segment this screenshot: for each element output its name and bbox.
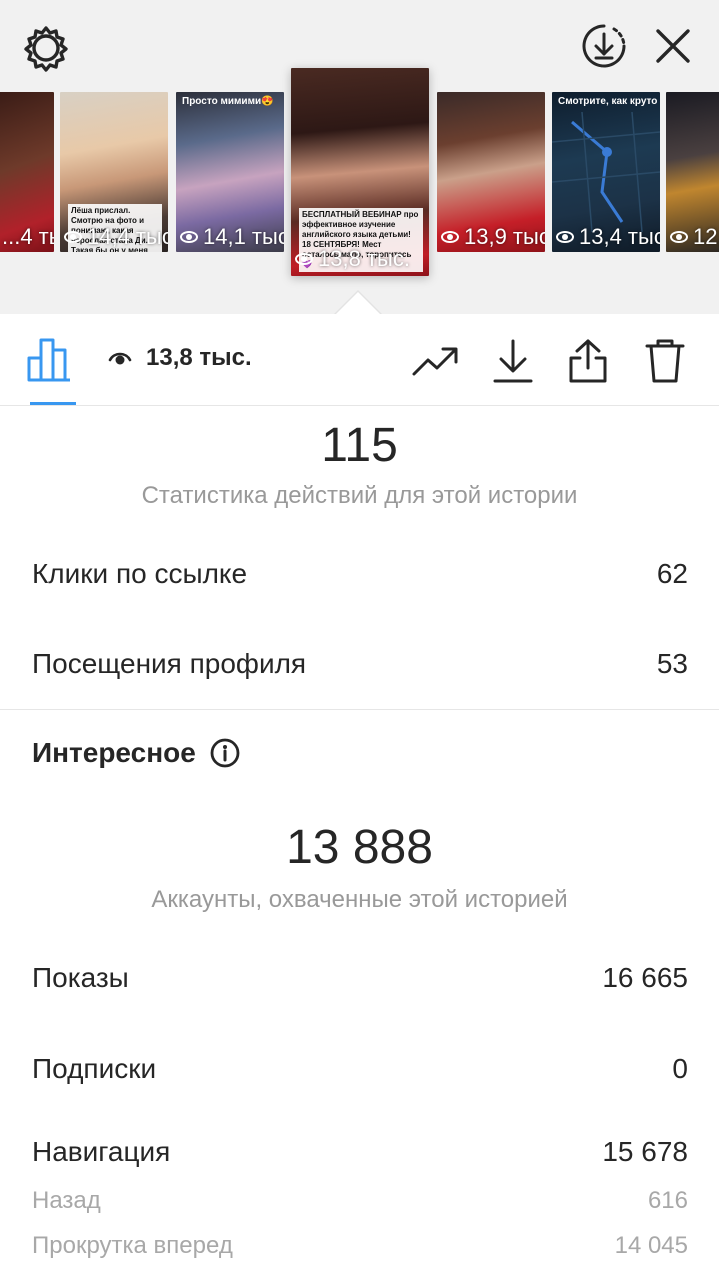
download-icon (493, 339, 533, 383)
stat-label: Клики по ссылке (32, 558, 248, 589)
close-button[interactable] (650, 20, 696, 72)
eye-icon (64, 231, 82, 243)
stat-row-profile-visits: Посещения профиля 53 (32, 648, 688, 680)
eye-icon (556, 231, 574, 243)
story-views: 14,1 тыс. (180, 224, 284, 250)
story-thumbnail-strip[interactable]: ...4 тыс. Лёша прислал. Смотрю на фото и… (0, 68, 719, 283)
reach-total: 13 888 (286, 821, 433, 874)
selection-pointer (334, 292, 382, 316)
trash-icon (645, 339, 685, 383)
download-circle-icon (582, 24, 626, 68)
stat-label: Назад (32, 1187, 101, 1214)
stat-row-impressions: Показы 16 665 (32, 962, 688, 994)
section-divider (0, 709, 719, 710)
eye-icon (108, 352, 132, 365)
story-views: 13,4 тыс. (556, 224, 660, 250)
reach-caption: Аккаунты, охваченные этой историей (151, 886, 568, 913)
bar-chart-icon (27, 338, 70, 382)
eye-icon (441, 231, 459, 243)
close-icon (656, 29, 690, 63)
stat-label: Навигация (32, 1136, 171, 1167)
story-caption: Смотрите, как круто и просто (558, 96, 660, 107)
stat-value: 616 (647, 1187, 688, 1214)
stat-value: 14 045 (614, 1232, 688, 1259)
share-button[interactable] (563, 338, 613, 384)
stat-label: Посещения профиля (32, 648, 307, 679)
download-circle-button[interactable] (578, 20, 630, 72)
story-reel-area: ...4 тыс. Лёша прислал. Смотрю на фото и… (0, 0, 719, 316)
stat-value: 0 (672, 1053, 688, 1084)
stat-label: Показы (32, 962, 129, 993)
promote-button[interactable] (410, 338, 460, 384)
discovery-section-title: Интересное (32, 737, 240, 769)
stat-subrow-forward: Прокрутка вперед 14 045 (32, 1232, 688, 1260)
stat-value: 62 (656, 558, 688, 589)
gear-icon (24, 26, 68, 72)
story-views: 12... (670, 224, 719, 250)
story-views: 13,8 тыс. (295, 246, 410, 272)
stat-row-follows: Подписки 0 (32, 1053, 688, 1085)
insights-toolbar: 13,8 тыс. (0, 314, 719, 406)
view-count-label: 13,8 тыс. (146, 344, 252, 371)
share-icon (569, 339, 607, 383)
story-thumbnail[interactable]: ...4 тыс. (0, 92, 54, 252)
story-thumbnail[interactable]: Лёша прислал. Смотрю на фото и понимаю, … (60, 92, 168, 252)
settings-button[interactable] (20, 22, 72, 74)
eye-icon (670, 231, 688, 243)
story-thumbnail[interactable]: Смотрите, как круто и просто 13,4 тыс. (552, 92, 660, 252)
stat-row-link-clicks: Клики по ссылке 62 (32, 558, 688, 590)
download-button[interactable] (488, 338, 538, 384)
stat-subrow-back: Назад 616 (32, 1187, 688, 1215)
story-views: ...4 тыс. (2, 224, 54, 249)
actions-total: 115 (321, 419, 398, 472)
actions-caption: Статистика действий для этой истории (141, 482, 578, 509)
eye-icon (295, 253, 313, 265)
stat-value: 53 (656, 648, 688, 679)
trend-icon (412, 347, 458, 376)
story-thumbnail[interactable]: 13,9 тыс. (437, 92, 545, 252)
tab-insights[interactable] (26, 336, 80, 386)
view-count: 13,8 тыс. (108, 344, 252, 372)
story-thumbnail[interactable]: 12... (666, 92, 719, 252)
stat-value: 15 678 (602, 1136, 688, 1167)
stat-row-navigation: Навигация 15 678 (32, 1136, 688, 1168)
story-thumbnail-selected[interactable]: БЕСПЛАТНЫЙ ВЕБИНАР про эффективное изуче… (291, 68, 429, 276)
story-views: 14,4 тыс. (64, 224, 168, 250)
stat-value: 16 665 (602, 962, 688, 993)
map-route-graphic (552, 112, 660, 232)
eye-icon (180, 231, 198, 243)
story-thumbnail[interactable]: Просто мимими😍 14,1 тыс. (176, 92, 284, 252)
story-caption: Просто мимими😍 (182, 96, 274, 107)
delete-button[interactable] (640, 338, 690, 384)
stat-label: Подписки (32, 1053, 157, 1084)
active-tab-indicator (30, 402, 76, 405)
story-views: 13,9 тыс. (441, 224, 545, 250)
stat-label: Прокрутка вперед (32, 1232, 233, 1259)
section-title-label: Интересное (32, 737, 196, 768)
info-icon[interactable] (210, 738, 240, 768)
